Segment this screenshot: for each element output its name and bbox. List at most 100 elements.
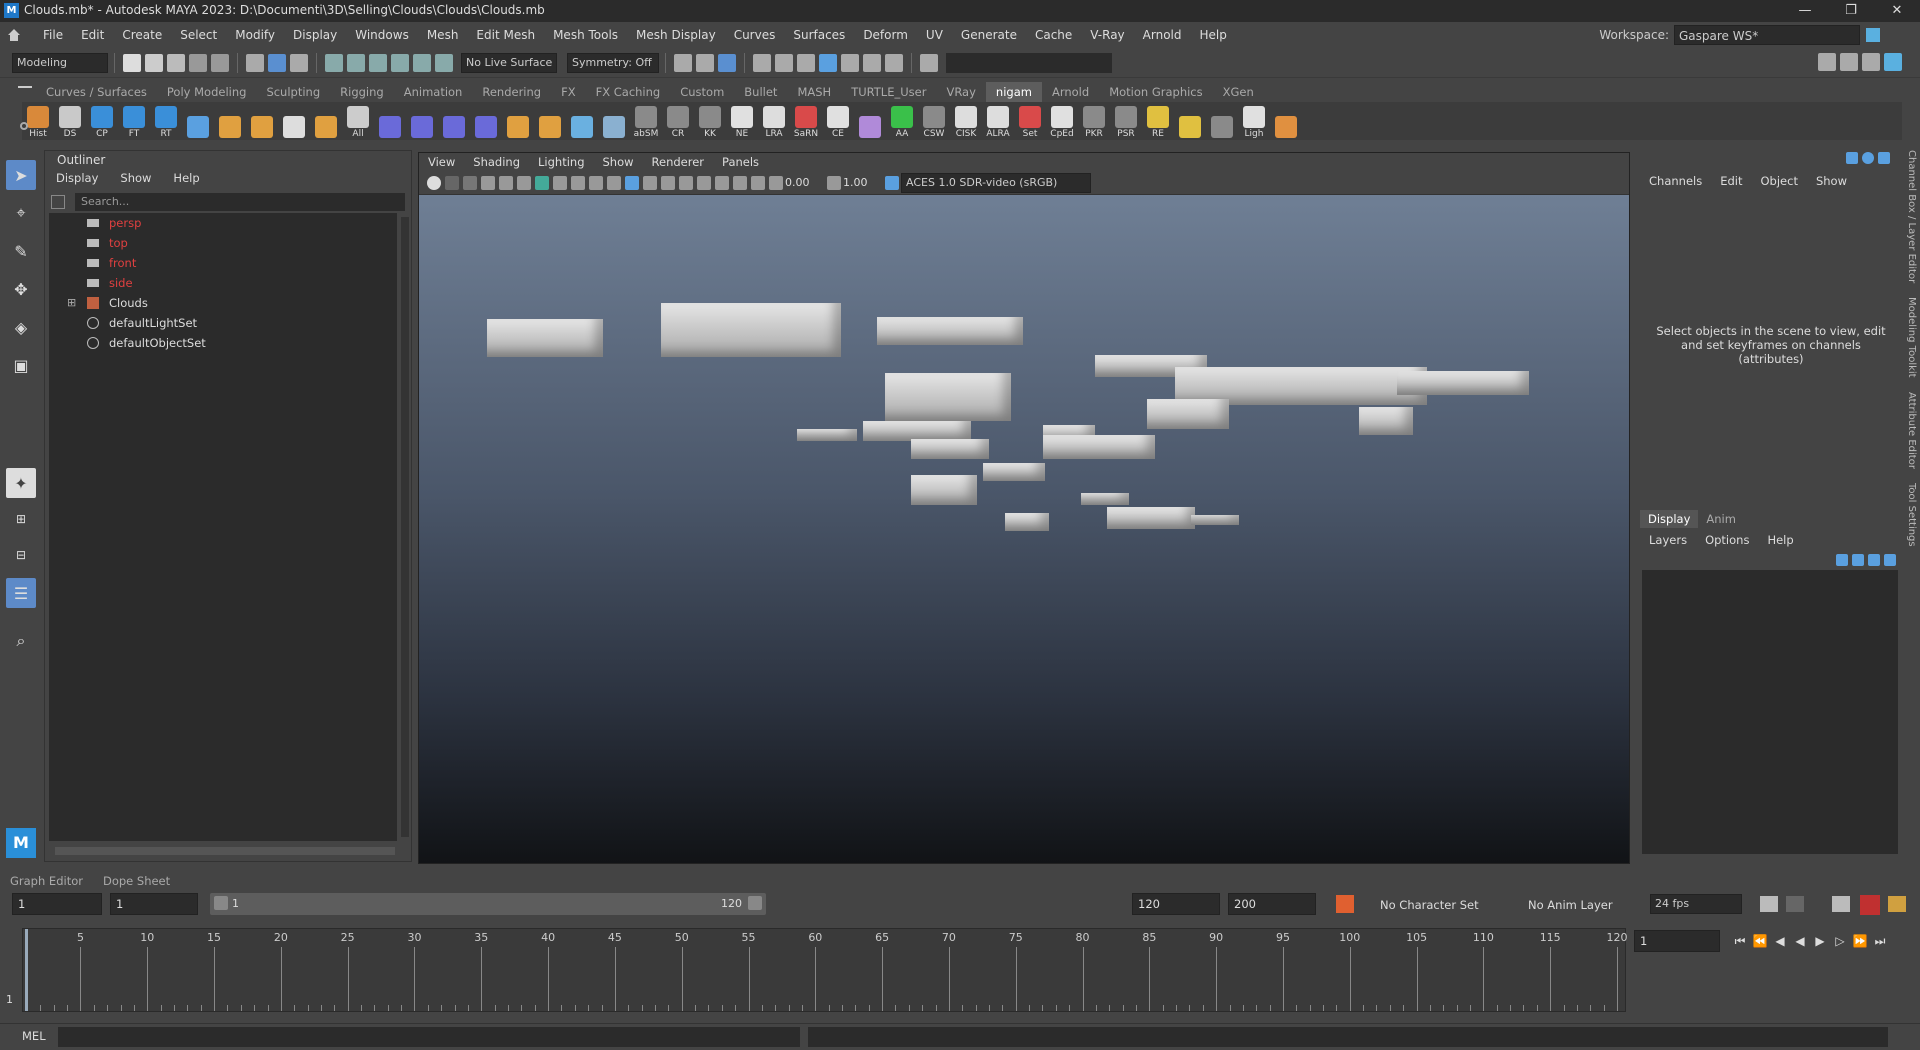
- grid-toggle-icon[interactable]: [535, 175, 549, 190]
- shelf-button[interactable]: [438, 103, 470, 139]
- smooth-shade-icon[interactable]: [625, 175, 639, 190]
- menu-windows[interactable]: Windows: [346, 22, 418, 48]
- cloud-mesh[interactable]: [983, 463, 1045, 481]
- textured-icon[interactable]: [661, 175, 675, 190]
- xray-icon[interactable]: [751, 175, 765, 190]
- shelf-tab-motion-graphics[interactable]: Motion Graphics: [1099, 82, 1212, 102]
- move-layer-up-icon[interactable]: [1836, 554, 1848, 566]
- anim-preferences-icon[interactable]: [1888, 896, 1906, 912]
- menu-modify[interactable]: Modify: [226, 22, 284, 48]
- shelf-button[interactable]: CR: [662, 103, 694, 139]
- snap-point-icon[interactable]: [369, 53, 387, 72]
- go-to-end-icon[interactable]: ⏭: [1870, 931, 1890, 951]
- select-camera-icon[interactable]: [427, 175, 441, 190]
- select-tool-icon[interactable]: ➤: [6, 160, 36, 190]
- viewport-menu-view[interactable]: View: [419, 153, 464, 171]
- safe-action-icon[interactable]: [589, 175, 603, 190]
- layer-tab-anim[interactable]: Anim: [1698, 510, 1744, 528]
- expand-icon[interactable]: ⊞: [67, 293, 76, 313]
- select-component-icon[interactable]: [290, 53, 308, 72]
- shelf-button[interactable]: CSW: [918, 103, 950, 139]
- shelf-tab-fx[interactable]: FX: [551, 82, 586, 102]
- cloud-mesh[interactable]: [911, 439, 989, 459]
- shelf-button[interactable]: CE: [822, 103, 854, 139]
- bottom-tab-dope-sheet[interactable]: Dope Sheet: [93, 872, 180, 890]
- select-object-icon[interactable]: [268, 53, 286, 72]
- camera-attributes-icon[interactable]: [445, 175, 459, 190]
- use-all-lights-icon[interactable]: [679, 175, 693, 190]
- filter-icon[interactable]: [51, 195, 65, 209]
- channel-box-menu-channels[interactable]: Channels: [1640, 170, 1711, 192]
- cloud-mesh[interactable]: [661, 303, 841, 357]
- shelf-button[interactable]: [1206, 103, 1238, 139]
- channel-box-icon[interactable]: [1884, 53, 1902, 71]
- render-setup-icon[interactable]: [863, 53, 881, 72]
- rotate-tool-icon[interactable]: ◈: [6, 312, 36, 342]
- gamma-icon[interactable]: [827, 175, 841, 190]
- outliner-item[interactable]: persp: [49, 213, 397, 233]
- wireframe-on-shaded-icon[interactable]: [643, 175, 657, 190]
- outliner-layout-icon[interactable]: ☰: [6, 578, 36, 608]
- step-back-frame-icon[interactable]: ◀︎: [1770, 931, 1790, 951]
- new-scene-icon[interactable]: [123, 53, 141, 72]
- redo-icon[interactable]: [211, 53, 229, 72]
- shelf-tab-fx-caching[interactable]: FX Caching: [586, 82, 671, 102]
- auto-key-icon[interactable]: [1336, 895, 1354, 913]
- snap-surface-icon[interactable]: [413, 53, 431, 72]
- pause-icon[interactable]: [885, 53, 903, 72]
- menu-edit[interactable]: Edit: [72, 22, 113, 48]
- snap-curve-icon[interactable]: [347, 53, 365, 72]
- shelf-button[interactable]: [1270, 103, 1302, 139]
- viewport-3d-scene[interactable]: [419, 195, 1629, 863]
- open-scene-icon[interactable]: [145, 53, 163, 72]
- paint-select-tool-icon[interactable]: ✎: [6, 236, 36, 266]
- cloud-mesh[interactable]: [1359, 407, 1413, 435]
- shelf-tab-bullet[interactable]: Bullet: [734, 82, 787, 102]
- shelf-button[interactable]: KK: [694, 103, 726, 139]
- shelf-tab-poly-modeling[interactable]: Poly Modeling: [157, 82, 257, 102]
- viewport-menu-show[interactable]: Show: [594, 153, 643, 171]
- cloud-mesh[interactable]: [1397, 371, 1529, 395]
- shelf-button[interactable]: Set: [1014, 103, 1046, 139]
- shelf-tab-nigam[interactable]: nigam: [985, 82, 1042, 102]
- outliner-horizontal-scrollbar[interactable]: [55, 847, 395, 855]
- menu-mesh-display[interactable]: Mesh Display: [627, 22, 725, 48]
- shelf-button[interactable]: LRA: [758, 103, 790, 139]
- shelf-button[interactable]: [566, 103, 598, 139]
- hypershade-icon[interactable]: [841, 53, 859, 72]
- shelf-button[interactable]: SaRN: [790, 103, 822, 139]
- range-end-handle[interactable]: [748, 896, 762, 910]
- time-slider-preferences-icon[interactable]: [1860, 895, 1880, 915]
- shelf-button[interactable]: CpEd: [1046, 103, 1078, 139]
- layer-menu-options[interactable]: Options: [1696, 533, 1758, 547]
- menu-mesh[interactable]: Mesh: [418, 22, 468, 48]
- resolution-gate-icon[interactable]: [571, 175, 585, 190]
- help-icon[interactable]: [1862, 152, 1874, 164]
- render-frame-icon[interactable]: [775, 53, 793, 72]
- cloud-mesh[interactable]: [1005, 513, 1049, 531]
- close-button[interactable]: ✕: [1874, 0, 1920, 22]
- move-layer-down-icon[interactable]: [1852, 554, 1864, 566]
- wireframe-icon[interactable]: [607, 175, 621, 190]
- lasso-tool-icon[interactable]: ⌖: [6, 198, 36, 228]
- shelf-button[interactable]: RE: [1142, 103, 1174, 139]
- step-back-key-icon[interactable]: ⏪: [1750, 931, 1770, 951]
- shelf-button[interactable]: CP: [86, 103, 118, 139]
- symmetry-dropdown[interactable]: Symmetry: Off: [567, 52, 659, 73]
- time-slider[interactable]: 5 10 15 20 25 30 35 40 45 50 55 60 65 70 75 80 85 90 95 100…: [22, 928, 1628, 1012]
- play-backwards-icon[interactable]: ◀: [1790, 931, 1810, 951]
- outliner-item[interactable]: defaultLightSet: [49, 313, 397, 333]
- popout-icon[interactable]: [1878, 152, 1890, 164]
- shelf-button[interactable]: CISK: [950, 103, 982, 139]
- playback-start-field[interactable]: 1: [110, 893, 198, 915]
- isolate-select-icon[interactable]: [733, 175, 747, 190]
- scale-tool-icon[interactable]: ▣: [6, 350, 36, 380]
- play-forwards-icon[interactable]: ▶: [1810, 931, 1830, 951]
- bottom-tab-graph-editor[interactable]: Graph Editor: [0, 872, 93, 890]
- minimize-button[interactable]: —: [1782, 0, 1828, 22]
- ipr-render-icon[interactable]: [797, 53, 815, 72]
- script-language-label[interactable]: MEL: [22, 1029, 46, 1043]
- animation-end-field[interactable]: 200: [1228, 893, 1316, 915]
- shelf-button[interactable]: AA: [886, 103, 918, 139]
- shelf-tab-curves-surfaces[interactable]: Curves / Surfaces: [36, 82, 157, 102]
